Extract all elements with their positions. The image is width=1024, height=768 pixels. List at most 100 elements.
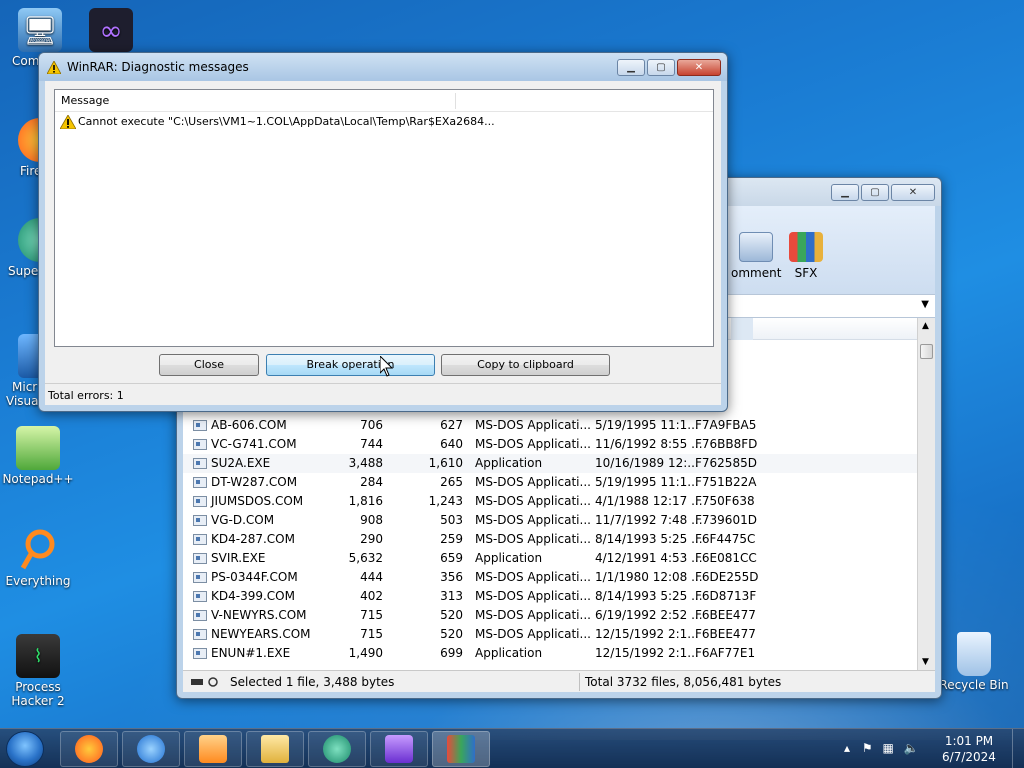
scroll-up-icon[interactable]: ▲ (922, 321, 929, 331)
desktop-icon-visual-studio-shield[interactable]: ∞ (82, 8, 140, 54)
file-name: ENUN#1.EXE (211, 646, 291, 660)
file-icon (193, 591, 207, 602)
desktop-icon-everything[interactable]: Everything (2, 528, 74, 588)
maximize-button[interactable]: ▢ (647, 58, 675, 76)
file-packed: 659 (440, 551, 463, 565)
column-header-selected[interactable] (731, 318, 753, 340)
table-row[interactable]: PS-0344F.COM 444 356 MS-DOS Applicati... 1/1… (183, 568, 917, 587)
network-icon[interactable]: ▦ (882, 741, 893, 755)
taskbar-winrar[interactable] (432, 731, 490, 767)
clock-time: 1:01 PM (944, 734, 994, 748)
table-row[interactable]: KD4-399.COM 402 313 MS-DOS Applicati... 8/14… (183, 587, 917, 606)
taskbar-visual-studio[interactable] (370, 731, 428, 767)
show-desktop-button[interactable] (1012, 729, 1024, 768)
close-button[interactable]: Close (159, 354, 259, 376)
file-name: NEWYEARS.COM (211, 627, 311, 641)
file-crc: F6DE255D (695, 570, 759, 584)
minimize-button[interactable]: ▁ (831, 183, 859, 201)
notepadpp-icon (16, 426, 60, 470)
table-row[interactable]: NEWYEARS.COM 715 520 MS-DOS Applicati... 12/… (183, 625, 917, 644)
toolbar-comment-button[interactable]: omment (731, 232, 781, 280)
scroll-down-icon[interactable]: ▼ (922, 657, 929, 667)
start-button[interactable] (6, 731, 44, 767)
maximize-button[interactable]: ▢ (861, 183, 889, 201)
file-modified: 6/19/1992 2:52 ... (595, 608, 703, 622)
file-packed: 699 (440, 646, 463, 660)
copy-to-clipboard-button[interactable]: Copy to clipboard (441, 354, 610, 376)
close-window-button[interactable]: ✕ (677, 58, 721, 76)
file-icon (193, 648, 207, 659)
file-type: MS-DOS Applicati... (475, 513, 591, 527)
message-list[interactable]: Message Cannot execute "C:\Users\VM1~1.C… (54, 89, 714, 347)
taskbar-explorer[interactable] (246, 731, 304, 767)
file-name: KD4-399.COM (211, 589, 295, 603)
table-row[interactable]: SU2A.EXE 3,488 1,610 Application 10/16/1989 … (183, 454, 917, 473)
table-row[interactable]: ENUN#1.EXE 1,490 699 Application 12/15/1992 … (183, 644, 917, 663)
file-crc: F750F638 (695, 494, 755, 508)
file-icon (193, 515, 207, 526)
message-list-header: Message (55, 90, 713, 112)
break-operation-button[interactable]: Break operation (266, 354, 435, 376)
file-type: MS-DOS Applicati... (475, 627, 591, 641)
message-row[interactable]: Cannot execute "C:\Users\VM1~1.COL\AppDa… (55, 112, 713, 132)
toolbar-sfx-button[interactable]: SFX (789, 232, 823, 280)
file-name: VG-D.COM (211, 513, 275, 527)
file-icon (193, 458, 207, 469)
table-row[interactable]: JIUMSDOS.COM 1,816 1,243 MS-DOS Applicati..… (183, 492, 917, 511)
diagnostic-titlebar[interactable]: WinRAR: Diagnostic messages ▁ ▢ ✕ (39, 53, 727, 81)
file-type: Application (475, 456, 543, 470)
file-crc: F6BEE477 (695, 627, 756, 641)
table-row[interactable]: DT-W287.COM 284 265 MS-DOS Applicati... 5/19… (183, 473, 917, 492)
taskbar-internet-explorer[interactable] (122, 731, 180, 767)
scroll-thumb[interactable] (920, 344, 933, 359)
file-name: AB-606.COM (211, 418, 287, 432)
file-name: VC-G741.COM (211, 437, 297, 451)
taskbar-firefox[interactable] (60, 731, 118, 767)
table-row[interactable]: KD4-287.COM 290 259 MS-DOS Applicati... 8/14… (183, 530, 917, 549)
file-icon (193, 439, 207, 450)
column-header-message[interactable]: Message (61, 94, 109, 107)
file-packed: 640 (440, 437, 463, 451)
file-type: Application (475, 646, 543, 660)
flag-icon[interactable]: ⚑ (862, 741, 873, 755)
firefox-icon (75, 735, 103, 763)
desktop-icon-recycle-bin[interactable]: Recycle Bin (938, 632, 1010, 692)
table-row[interactable]: V-NEWYRS.COM 715 520 MS-DOS Applicati... 6/1… (183, 606, 917, 625)
taskbar-media-player[interactable] (184, 731, 242, 767)
winrar-statusbar: Selected 1 file, 3,488 bytes Total 3732 … (183, 670, 935, 692)
computer-icon: 🖥 (18, 8, 62, 52)
comment-icon (739, 232, 774, 262)
chevron-down-icon[interactable]: ▼ (921, 299, 929, 310)
dialog-title: WinRAR: Diagnostic messages (67, 60, 249, 74)
taskbar: ▴ ⚑ ▦ 🔈 1:01 PM 6/7/2024 (0, 728, 1024, 768)
status-total: Total 3732 files, 8,056,481 bytes (585, 675, 782, 689)
tray-icons[interactable]: ▴ ⚑ ▦ 🔈 (844, 741, 924, 757)
table-row[interactable]: AB-606.COM 706 627 MS-DOS Applicati... 5/19/… (183, 416, 917, 435)
taskbar-app-teal[interactable] (308, 731, 366, 767)
file-icon (193, 629, 207, 640)
table-row[interactable]: VG-D.COM 908 503 MS-DOS Applicati... 11/7/19… (183, 511, 917, 530)
visual-studio-icon (385, 735, 413, 763)
file-size: 744 (360, 437, 383, 451)
file-modified: 5/19/1995 11:1... (595, 475, 699, 489)
vertical-scrollbar[interactable]: ▲ ▼ (917, 318, 935, 670)
file-crc: F6E081CC (695, 551, 757, 565)
file-modified: 10/16/1989 12:... (595, 456, 699, 470)
clock[interactable]: 1:01 PM 6/7/2024 (934, 733, 1004, 765)
file-icon (193, 420, 207, 431)
volume-muted-icon[interactable]: 🔈 (904, 741, 919, 755)
file-icon (193, 534, 207, 545)
file-name: SVIR.EXE (211, 551, 266, 565)
file-packed: 520 (440, 627, 463, 641)
warning-icon (47, 60, 61, 74)
desktop-icon-notepadpp[interactable]: Notepad++ (2, 426, 74, 486)
status-selected: Selected 1 file, 3,488 bytes (230, 675, 395, 689)
close-window-button[interactable]: ✕ (891, 183, 935, 201)
minimize-button[interactable]: ▁ (617, 58, 645, 76)
table-row[interactable]: VC-G741.COM 744 640 MS-DOS Applicati... 11/6… (183, 435, 917, 454)
file-icon (193, 610, 207, 621)
table-row[interactable]: SVIR.EXE 5,632 659 Application 4/12/1991 4:5… (183, 549, 917, 568)
desktop-icon-process-hacker[interactable]: ⌇ Process Hacker 2 (2, 634, 74, 708)
chevron-up-icon[interactable]: ▴ (844, 741, 850, 755)
diagnostic-statusbar: Total errors: 1 (45, 383, 721, 405)
